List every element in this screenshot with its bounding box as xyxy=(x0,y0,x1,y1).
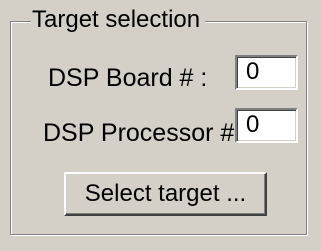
dsp-processor-field[interactable]: 0 xyxy=(235,108,298,143)
dsp-board-label: DSP Board # : xyxy=(48,64,208,92)
dsp-processor-label: DSP Processor # : xyxy=(43,119,249,147)
select-target-button[interactable]: Select target ... xyxy=(64,172,267,216)
dsp-board-field[interactable]: 0 xyxy=(235,55,298,90)
group-title: Target selection xyxy=(31,7,206,33)
